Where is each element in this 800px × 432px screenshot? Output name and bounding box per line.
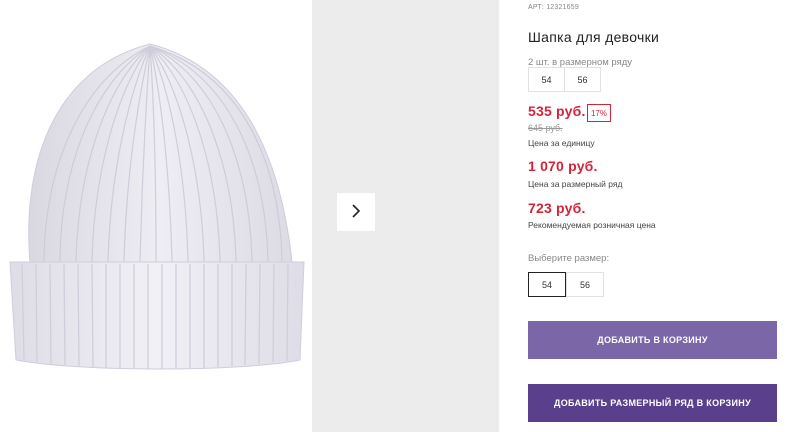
add-to-cart-button[interactable]: ДОБАВИТЬ В КОРЗИНУ	[528, 321, 777, 359]
series-size-54: 54	[528, 67, 565, 92]
next-image-button[interactable]	[337, 193, 375, 231]
recommended-retail-price: 723 руб.	[528, 200, 586, 216]
series-sizes: 54 56	[528, 67, 601, 92]
product-gallery	[0, 0, 500, 432]
product-image[interactable]	[0, 0, 312, 432]
size-option-56[interactable]: 56	[566, 272, 604, 297]
chevron-right-icon	[350, 203, 362, 222]
old-price: 645 руб.	[528, 123, 563, 133]
series-price-caption: Цена за размерный ряд	[528, 179, 623, 189]
beanie-hat-image	[9, 43, 305, 370]
size-picker-label: Выберите размер:	[528, 253, 610, 264]
series-price: 1 070 руб.	[528, 158, 598, 174]
article-number: АРТ: 12321659	[528, 4, 579, 11]
unit-price-caption: Цена за единицу	[528, 138, 595, 148]
unit-price: 535 руб.	[528, 103, 586, 119]
add-series-to-cart-button[interactable]: ДОБАВИТЬ РАЗМЕРНЫЙ РЯД В КОРЗИНУ	[528, 384, 777, 422]
product-title: Шапка для девочки	[528, 29, 660, 45]
series-size-56: 56	[564, 67, 601, 92]
discount-badge: 17%	[587, 104, 611, 122]
recommended-retail-price-caption: Рекомендуемая розничная цена	[528, 220, 656, 230]
size-option-54[interactable]: 54	[528, 272, 566, 297]
size-picker: 54 56	[528, 272, 604, 297]
